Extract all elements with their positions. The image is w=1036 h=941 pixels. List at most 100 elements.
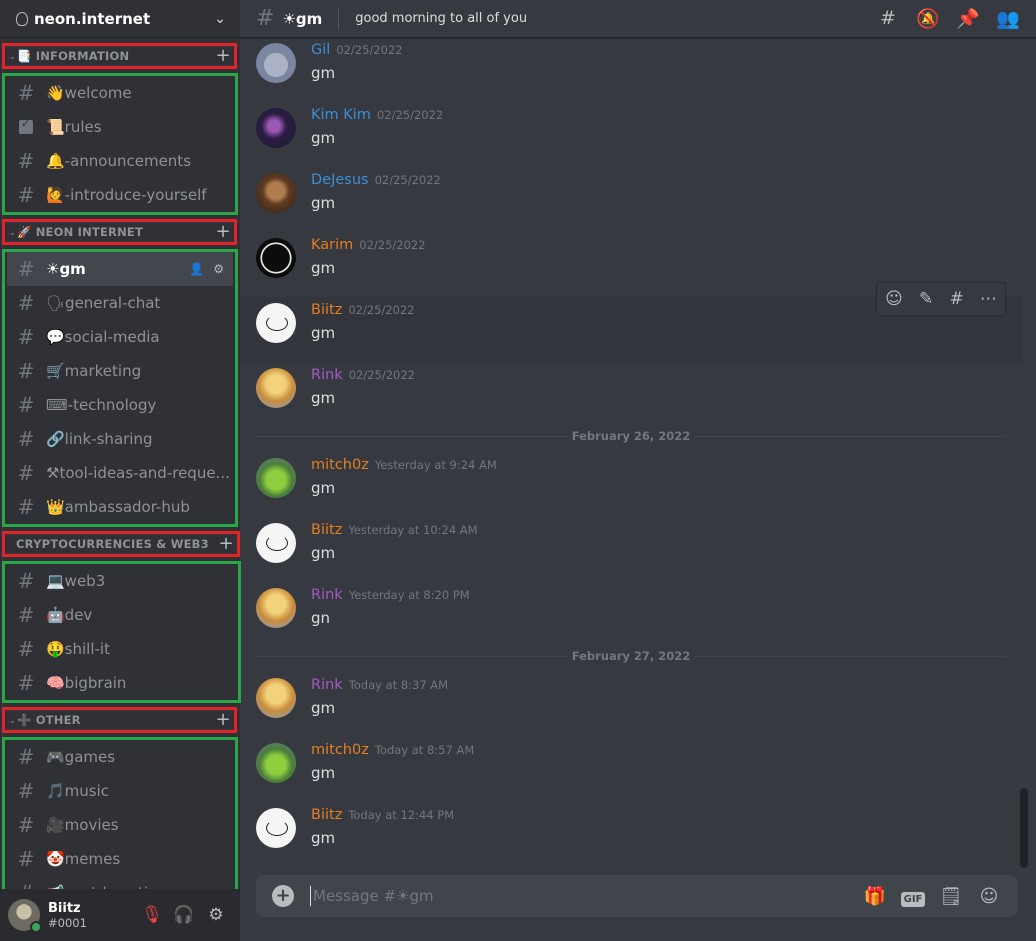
channel-memes[interactable]: # 🤡memes bbox=[5, 842, 235, 876]
add-attachment-icon[interactable]: + bbox=[272, 885, 294, 907]
sticker-icon[interactable]: 🗒 bbox=[932, 886, 970, 907]
notification-mute-icon[interactable]: 🔕 bbox=[908, 7, 948, 30]
channel-topic[interactable]: good morning to all of you bbox=[355, 11, 868, 26]
avatar[interactable] bbox=[8, 899, 42, 933]
create-channel-icon[interactable]: + bbox=[212, 711, 234, 729]
server-boost-icon bbox=[16, 11, 28, 26]
channel-gm[interactable]: # ☀gm 👤 ⚙ bbox=[7, 252, 233, 286]
message-text: gm bbox=[311, 389, 336, 407]
channel-group-other: #🎮games #🎵music #🎥movies #🤡memes #📢post-… bbox=[2, 737, 238, 894]
scrollbar[interactable] bbox=[1020, 788, 1028, 868]
avatar[interactable] bbox=[256, 808, 296, 848]
author-line: Biitz Today at 12:44 PM bbox=[311, 807, 454, 823]
author-name[interactable]: Rink bbox=[311, 677, 343, 693]
channel-music[interactable]: # 🎵music bbox=[5, 774, 235, 808]
channel-rules[interactable]: 📜rules bbox=[5, 110, 235, 144]
settings-icon[interactable]: ⚙ bbox=[200, 905, 232, 925]
avatar[interactable] bbox=[256, 368, 296, 408]
channel-technology[interactable]: # ⌨-technology bbox=[5, 388, 235, 422]
author-name[interactable]: Biitz bbox=[311, 302, 342, 318]
channel-movies[interactable]: # 🎥movies bbox=[5, 808, 235, 842]
timestamp: 02/25/2022 bbox=[336, 43, 403, 57]
message-input[interactable] bbox=[313, 887, 856, 905]
message[interactable]: Biitz Today at 12:44 PM gm bbox=[240, 802, 1022, 867]
author-name[interactable]: mitch0z bbox=[311, 457, 369, 473]
add-reaction-icon[interactable]: ☺ bbox=[885, 289, 903, 309]
hash-icon: # bbox=[17, 291, 35, 315]
author-name[interactable]: Karim bbox=[311, 237, 353, 253]
avatar[interactable] bbox=[256, 523, 296, 563]
channel-dev[interactable]: # 🤖dev bbox=[5, 598, 238, 632]
day-divider: February 26, 2022 bbox=[256, 429, 1006, 443]
message[interactable]: Rink Today at 8:37 AM gm bbox=[240, 672, 1022, 737]
author-name[interactable]: mitch0z bbox=[311, 742, 369, 758]
avatar[interactable] bbox=[256, 173, 296, 213]
channel-announcements[interactable]: # 🔔-announcements bbox=[5, 144, 235, 178]
message[interactable]: Gil 02/25/2022 gm bbox=[240, 37, 1022, 102]
hash-icon: # bbox=[17, 359, 35, 383]
invite-icon[interactable]: 👤 bbox=[189, 262, 204, 276]
pin-icon[interactable]: 📌 bbox=[948, 7, 988, 30]
category-information[interactable]: ⌄ 📑 INFORMATION + bbox=[2, 43, 237, 69]
gift-icon[interactable]: 🎁 bbox=[856, 886, 894, 907]
hash-icon: # bbox=[17, 427, 35, 451]
channel-general-chat[interactable]: # 🗣general-chat bbox=[5, 286, 235, 320]
avatar[interactable] bbox=[256, 743, 296, 783]
channel-tool-ideas[interactable]: # ⚒tool-ideas-and-reque... bbox=[5, 456, 235, 490]
channel-ambassador-hub[interactable]: # 👑ambassador-hub bbox=[5, 490, 235, 524]
author-name[interactable]: Rink bbox=[311, 367, 343, 383]
channel-link-sharing[interactable]: # 🔗link-sharing bbox=[5, 422, 235, 456]
author-name[interactable]: DeJesus bbox=[311, 172, 369, 188]
author-line: mitch0z Today at 8:57 AM bbox=[311, 742, 474, 758]
message[interactable]: Rink Yesterday at 8:20 PM gn bbox=[240, 582, 1022, 647]
channel-shill-it[interactable]: # 🤑shill-it bbox=[5, 632, 238, 666]
message[interactable]: Biitz Yesterday at 10:24 AM gm bbox=[240, 517, 1022, 582]
chevron-down-icon[interactable]: ⌄ bbox=[214, 11, 226, 27]
channel-web3[interactable]: # 💻web3 bbox=[5, 564, 238, 598]
server-header[interactable]: neon.internet ⌄ bbox=[0, 0, 240, 38]
avatar[interactable] bbox=[256, 238, 296, 278]
hash-icon: # bbox=[17, 461, 35, 485]
author-name[interactable]: Kim Kim bbox=[311, 107, 371, 123]
create-channel-icon[interactable]: + bbox=[215, 535, 237, 553]
emoji-icon[interactable]: ☺ bbox=[970, 886, 1008, 907]
edit-icon[interactable]: ✎ bbox=[919, 289, 933, 309]
avatar[interactable] bbox=[256, 108, 296, 148]
user-info[interactable]: Biitz #0001 bbox=[48, 901, 136, 930]
category-other[interactable]: ⌄ ➕ OTHER + bbox=[2, 707, 237, 733]
message[interactable]: mitch0z Yesterday at 9:24 AM gm bbox=[240, 452, 1022, 517]
avatar[interactable] bbox=[256, 458, 296, 498]
avatar[interactable] bbox=[256, 43, 296, 83]
gear-icon[interactable]: ⚙ bbox=[213, 262, 224, 276]
category-neon-internet[interactable]: ⌄ 🚀 NEON INTERNET + bbox=[2, 219, 237, 245]
channel-introduce-yourself[interactable]: # 🙋-introduce-yourself bbox=[5, 178, 235, 212]
create-channel-icon[interactable]: + bbox=[212, 223, 234, 241]
channel-bigbrain[interactable]: # 🧠bigbrain bbox=[5, 666, 238, 700]
microphone-muted-icon[interactable]: 🎙 bbox=[136, 905, 168, 925]
channel-marketing[interactable]: # 🛒marketing bbox=[5, 354, 235, 388]
more-icon[interactable]: ⋯ bbox=[980, 289, 997, 309]
member-list-icon[interactable]: 👥 bbox=[988, 7, 1028, 30]
message[interactable]: Rink 02/25/2022 gm bbox=[240, 362, 1022, 427]
author-name[interactable]: Biitz bbox=[311, 522, 342, 538]
channel-social-media[interactable]: # 💬social-media bbox=[5, 320, 235, 354]
create-thread-icon[interactable]: # bbox=[949, 289, 963, 309]
create-channel-icon[interactable]: + bbox=[212, 47, 234, 65]
author-name[interactable]: Gil bbox=[311, 42, 330, 58]
avatar[interactable] bbox=[256, 678, 296, 718]
category-cryptocurrencies-web3[interactable]: CRYPTOCURRENCIES & WEB3 + bbox=[2, 531, 240, 557]
threads-icon[interactable]: # bbox=[868, 7, 908, 30]
avatar[interactable] bbox=[256, 303, 296, 343]
message[interactable]: Kim Kim 02/25/2022 gm bbox=[240, 102, 1022, 167]
message[interactable]: mitch0z Today at 8:57 AM gm bbox=[240, 737, 1022, 802]
author-name[interactable]: Rink bbox=[311, 587, 343, 603]
hash-icon: # bbox=[17, 637, 35, 661]
message-text: gm bbox=[311, 699, 336, 717]
gif-icon[interactable]: GIF bbox=[894, 886, 932, 907]
message[interactable]: DeJesus 02/25/2022 gm bbox=[240, 167, 1022, 232]
channel-welcome[interactable]: # 👋welcome bbox=[5, 76, 235, 110]
author-name[interactable]: Biitz bbox=[311, 807, 342, 823]
headphones-deafened-icon[interactable]: 🎧 bbox=[168, 905, 200, 925]
channel-games[interactable]: # 🎮games bbox=[5, 740, 235, 774]
avatar[interactable] bbox=[256, 588, 296, 628]
